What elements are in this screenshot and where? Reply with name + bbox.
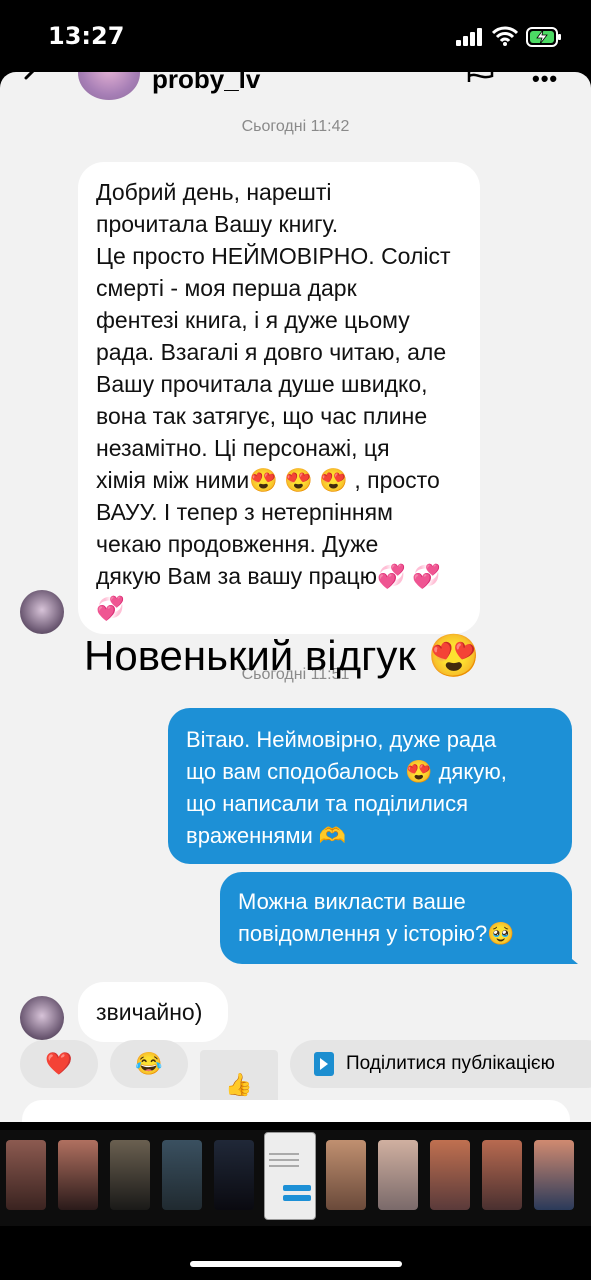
- sender-avatar[interactable]: [20, 590, 64, 634]
- incoming-message-bubble[interactable]: звичайно): [78, 982, 228, 1042]
- outgoing-message-bubble[interactable]: Можна викласти ваше повідомлення у історі…: [220, 872, 572, 964]
- photo-thumbnail[interactable]: [326, 1140, 366, 1210]
- bubble-tail: [566, 954, 578, 964]
- photo-thumbnail-strip: [0, 1130, 591, 1226]
- header-username[interactable]: proby_lv: [152, 72, 260, 95]
- share-post-label: Поділитися публікацією: [346, 1053, 555, 1074]
- wifi-icon: [492, 26, 518, 46]
- status-bar: 13:27: [0, 0, 591, 72]
- photo-thumbnail[interactable]: [482, 1140, 522, 1210]
- chat-header: proby_lv •••: [0, 72, 591, 112]
- share-post-icon: [314, 1052, 334, 1076]
- battery-charging-icon: [526, 27, 561, 47]
- outgoing-message-text: Можна викласти ваше повідомлення у історі…: [238, 889, 515, 946]
- photo-thumbnail[interactable]: [534, 1140, 574, 1210]
- message-timestamp: Сьогодні 11:42: [241, 118, 350, 135]
- photo-thumbnail[interactable]: [162, 1140, 202, 1210]
- photo-thumbnail[interactable]: [214, 1140, 254, 1210]
- message-compose-field[interactable]: [22, 1100, 570, 1122]
- cellular-signal-icon: [456, 28, 482, 46]
- status-time: 13:27: [48, 22, 125, 50]
- photo-thumbnail[interactable]: [430, 1140, 470, 1210]
- flag-icon[interactable]: [466, 72, 496, 82]
- photo-thumbnail-selected[interactable]: [264, 1132, 316, 1220]
- chat-sheet: proby_lv ••• Сьогодні 11:42 Добрий день,…: [0, 72, 591, 1122]
- photo-thumbnail[interactable]: [110, 1140, 150, 1210]
- header-avatar[interactable]: [78, 72, 140, 100]
- outgoing-message-text: Вітаю. Неймовірно, дуже рада що вам сподо…: [186, 727, 507, 848]
- sender-avatar[interactable]: [20, 996, 64, 1040]
- share-post-button[interactable]: Поділитися публікацією: [290, 1040, 591, 1088]
- incoming-message-bubble[interactable]: Добрий день, нарешті прочитала Вашу книгу…: [78, 162, 480, 634]
- quick-reactions-bar: ❤️ 😂 👍 Поділитися публікацією: [0, 1040, 591, 1120]
- laugh-reaction-button[interactable]: 😂: [110, 1040, 188, 1088]
- incoming-message-text: Добрий день, нарешті прочитала Вашу книгу…: [96, 179, 451, 621]
- photo-thumbnail[interactable]: [378, 1140, 418, 1210]
- outgoing-message-bubble[interactable]: Вітаю. Неймовірно, дуже рада що вам сподо…: [168, 708, 572, 864]
- story-caption-text: Новенький відгук 😍: [84, 632, 480, 679]
- heart-reaction-button[interactable]: ❤️: [20, 1040, 98, 1088]
- more-options-icon[interactable]: •••: [532, 72, 558, 92]
- photo-thumbnail[interactable]: [6, 1140, 46, 1210]
- photo-thumbnail[interactable]: [58, 1140, 98, 1210]
- home-indicator[interactable]: [190, 1261, 402, 1267]
- back-chevron-icon[interactable]: [20, 72, 42, 90]
- incoming-message-text: звичайно): [96, 999, 203, 1025]
